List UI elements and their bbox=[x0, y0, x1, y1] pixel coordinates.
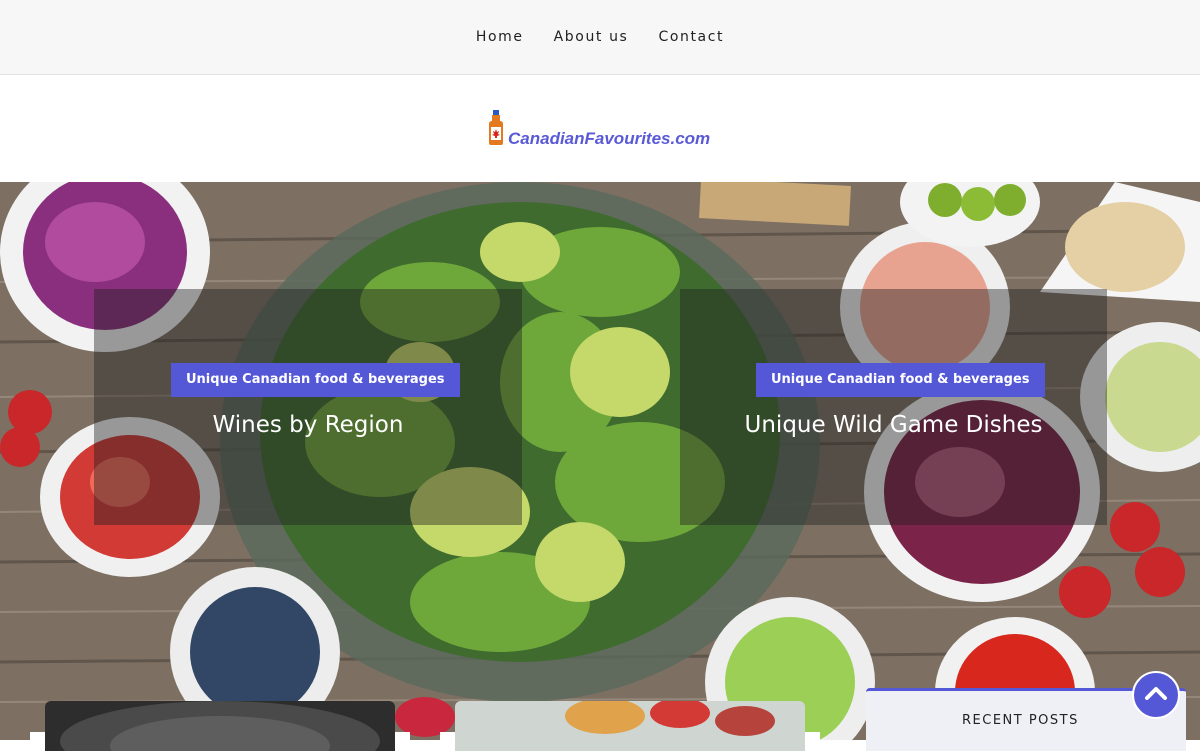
slide-wines-by-region[interactable] bbox=[94, 289, 522, 525]
post-card-thumbnail[interactable] bbox=[45, 701, 395, 751]
slide-title[interactable]: Unique Wild Game Dishes bbox=[680, 412, 1107, 444]
scroll-to-top-button[interactable] bbox=[1132, 671, 1180, 719]
slide-category-tag[interactable]: Unique Canadian food & beverages bbox=[171, 363, 460, 397]
nav-about-link[interactable]: About us bbox=[554, 29, 629, 45]
nav-home-link[interactable]: Home bbox=[476, 29, 524, 45]
recent-posts-title: RECENT POSTS bbox=[962, 713, 1079, 728]
post-card-thumbnail[interactable] bbox=[455, 701, 805, 751]
nav-contact-link[interactable]: Contact bbox=[658, 29, 724, 45]
slide-category-tag[interactable]: Unique Canadian food & beverages bbox=[756, 363, 1045, 397]
slide-title[interactable]: Wines by Region bbox=[94, 412, 522, 444]
top-navigation: Home About us Contact bbox=[0, 0, 1200, 75]
logo-text: CanadianFavourites.com bbox=[508, 129, 711, 148]
maple-syrup-bottle-icon bbox=[486, 110, 506, 151]
site-logo[interactable]: CanadianFavourites.com bbox=[486, 110, 710, 151]
chevron-up-icon bbox=[1144, 685, 1168, 706]
slide-wild-game-dishes[interactable] bbox=[680, 289, 1107, 525]
